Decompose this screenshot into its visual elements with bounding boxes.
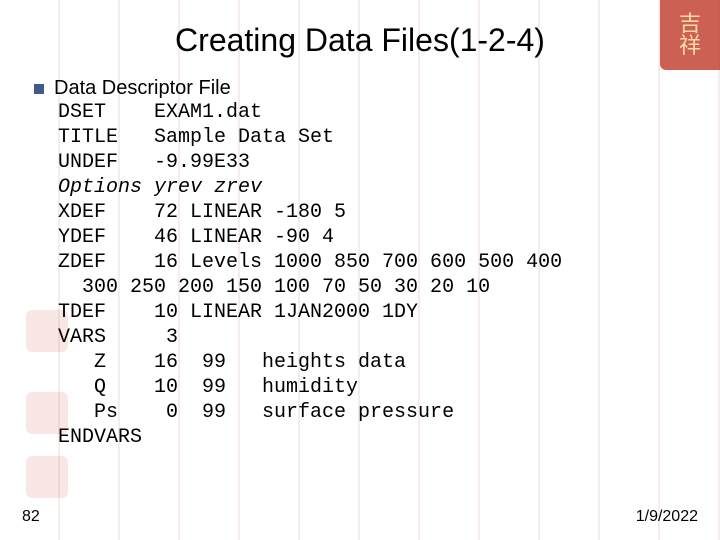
desc-line-03: UNDEF -9.99E33 [58, 151, 250, 174]
desc-line-09: TDEF 10 LINEAR 1JAN2000 1DY [58, 301, 418, 324]
slide-body: Data Descriptor File DSET EXAM1.dat TITL… [20, 77, 700, 508]
desc-line-10: VARS 3 [58, 326, 178, 349]
desc-line-08: 300 250 200 150 100 70 50 30 20 10 [58, 276, 490, 299]
desc-line-12: Q 10 99 humidity [58, 376, 358, 399]
slide-footer: 82 1/9/2022 [20, 508, 700, 526]
desc-line-01: DSET EXAM1.dat [58, 101, 262, 124]
desc-line-14: ENDVARS [58, 426, 142, 449]
bullet-label: Data Descriptor File [54, 77, 231, 100]
desc-line-06: YDEF 46 LINEAR -90 4 [58, 226, 334, 249]
desc-line-11: Z 16 99 heights data [58, 351, 406, 374]
slide: Creating Data Files(1-2-4) Data Descript… [0, 0, 720, 540]
bullet-square-icon [34, 84, 44, 94]
page-number: 82 [22, 508, 40, 526]
desc-line-13: Ps 0 99 surface pressure [58, 401, 454, 424]
slide-title: Creating Data Files(1-2-4) [20, 22, 700, 59]
footer-date: 1/9/2022 [636, 508, 698, 526]
descriptor-block: DSET EXAM1.dat TITLE Sample Data Set UND… [58, 100, 700, 450]
desc-line-04: Options yrev zrev [58, 176, 262, 199]
desc-line-07: ZDEF 16 Levels 1000 850 700 600 500 400 [58, 251, 562, 274]
desc-line-02: TITLE Sample Data Set [58, 126, 334, 149]
desc-line-05: XDEF 72 LINEAR -180 5 [58, 201, 346, 224]
bullet-item: Data Descriptor File [34, 77, 700, 100]
